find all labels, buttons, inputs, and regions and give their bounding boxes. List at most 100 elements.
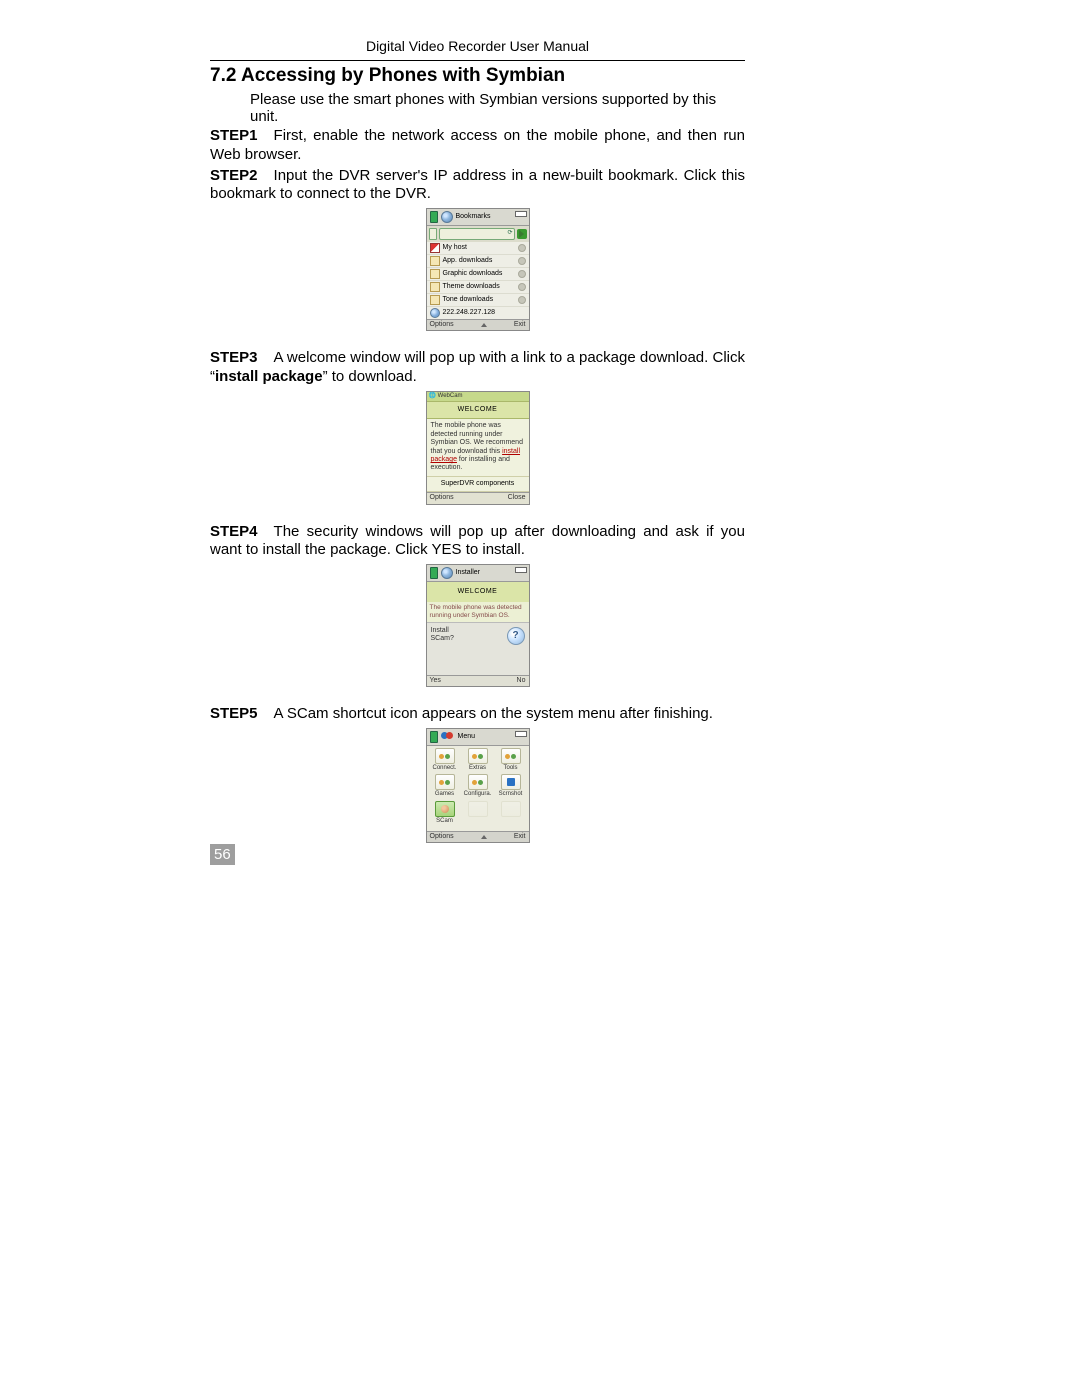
app-configura-label: Configura. <box>463 791 493 798</box>
fig1-bookmark-list: My host App. downloads Graphic downloads Th… <box>427 242 529 319</box>
fig3-install-prompt: Install SCam? ? <box>427 622 529 675</box>
fig3-prompt-line2: SCam? <box>431 635 454 643</box>
arrow-up-icon[interactable] <box>481 323 487 327</box>
fig1-softkeys: Options Exit <box>427 319 529 330</box>
step-1: STEP1First, enable the network access on… <box>210 127 745 165</box>
app-configura[interactable]: Configura. <box>463 774 493 798</box>
fig1-titlebar: Bookmarks <box>427 209 529 226</box>
fig3-message: The mobile phone was detected running un… <box>427 602 529 622</box>
fig3-prompt-line1: Install <box>431 627 454 635</box>
folder-icon <box>430 269 440 279</box>
bookmark-item[interactable]: Theme downloads <box>427 281 529 294</box>
battery-icon <box>515 567 527 573</box>
fig3-softkey-no[interactable]: No <box>517 677 526 685</box>
step-3: STEP3A welcome window will pop up with a… <box>210 349 745 387</box>
toolbar-url-box[interactable]: ⟳ <box>439 228 515 240</box>
bookmark-label: Tone downloads <box>443 296 494 304</box>
fig1-title: Bookmarks <box>456 213 491 221</box>
bookmark-item[interactable]: My host <box>427 242 529 255</box>
signal-icon <box>430 211 438 223</box>
app-empty-1 <box>463 801 493 825</box>
fig1-softkey-exit[interactable]: Exit <box>514 321 526 329</box>
step-4-text: The security windows will pop up after d… <box>210 523 745 559</box>
app-tools[interactable]: Tools <box>496 748 526 772</box>
fig4-app-grid: Connect. Extras Tools Games Configura. S… <box>427 746 529 831</box>
figure-1-phone: Bookmarks ⟳ My host App. downloads Graphic… <box>426 208 530 331</box>
battery-icon <box>515 731 527 737</box>
fig3-prompt-text: Install SCam? <box>431 627 454 671</box>
step-1-label: STEP1 <box>210 127 258 144</box>
fig4-row-1: Connect. Extras Tools <box>430 748 526 772</box>
fig2-banner: WELCOME <box>427 401 529 419</box>
fig2-topbar: 🌐 WebCam <box>427 392 529 401</box>
bookmark-item[interactable]: App. downloads <box>427 255 529 268</box>
fig4-row-3: SCam <box>430 801 526 825</box>
bookmark-label: Graphic downloads <box>443 270 503 278</box>
fig3-title: Installer <box>456 569 481 577</box>
app-connect-label: Connect. <box>430 765 460 772</box>
step-3-bold: install package <box>215 368 323 385</box>
step-4-label: STEP4 <box>210 523 258 540</box>
fig2-components[interactable]: SuperDVR components <box>427 476 529 492</box>
radio-indicator <box>518 244 526 252</box>
figure-1-holder: Bookmarks ⟳ My host App. downloads Graphic… <box>210 208 745 331</box>
fig2-softkey-options[interactable]: Options <box>430 494 454 502</box>
fig3-titlebar: Installer <box>427 565 529 582</box>
step-3-post: ” to download. <box>323 368 417 385</box>
globe-icon <box>441 567 453 579</box>
fig4-softkey-exit[interactable]: Exit <box>514 833 526 841</box>
bookmark-label: My host <box>443 244 468 252</box>
radio-indicator <box>518 296 526 304</box>
section-title: 7.2 Accessing by Phones with Symbian <box>210 65 745 87</box>
app-tools-label: Tools <box>496 765 526 772</box>
folder-icon <box>430 295 440 305</box>
fig2-softkey-close[interactable]: Close <box>508 494 526 502</box>
step-3-label: STEP3 <box>210 349 258 366</box>
app-scam[interactable]: SCam <box>430 801 460 825</box>
fig3-banner: WELCOME <box>427 582 529 602</box>
fig4-titlebar: Menu <box>427 729 529 746</box>
bookmark-item[interactable]: 222.248.227.128 <box>427 307 529 319</box>
arrow-up-icon[interactable] <box>481 835 487 839</box>
toolbar-button-left[interactable] <box>429 228 437 240</box>
bookmark-label: Theme downloads <box>443 283 500 291</box>
toolbar-go-button[interactable] <box>517 229 527 239</box>
app-scrnshot[interactable]: Scrnshot <box>496 774 526 798</box>
globe-icon <box>441 211 453 223</box>
step-5-text: A SCam shortcut icon appears on the syst… <box>274 705 713 722</box>
header-divider <box>210 60 745 61</box>
app-scrnshot-label: Scrnshot <box>496 791 526 798</box>
step-2-label: STEP2 <box>210 167 258 184</box>
intro-text: Please use the smart phones with Symbian… <box>250 91 745 125</box>
figure-4-holder: Menu Connect. Extras Tools Games Configu… <box>210 728 745 843</box>
bookmark-label: App. downloads <box>443 257 493 265</box>
figure-2-phone: 🌐 WebCam WELCOME The mobile phone was de… <box>426 391 530 505</box>
fig3-softkey-yes[interactable]: Yes <box>430 677 441 685</box>
folder-icon <box>430 256 440 266</box>
radio-indicator <box>518 270 526 278</box>
app-games[interactable]: Games <box>430 774 460 798</box>
fig4-row-2: Games Configura. Scrnshot <box>430 774 526 798</box>
step-1-text: First, enable the network access on the … <box>210 127 745 163</box>
menu-icon <box>441 732 455 742</box>
figure-3-phone: Installer WELCOME The mobile phone was d… <box>426 564 530 687</box>
app-scam-label: SCam <box>430 818 460 825</box>
radio-indicator <box>518 257 526 265</box>
app-extras[interactable]: Extras <box>463 748 493 772</box>
app-extras-label: Extras <box>463 765 493 772</box>
signal-icon <box>430 731 438 743</box>
radio-indicator <box>518 283 526 291</box>
bookmark-item[interactable]: Graphic downloads <box>427 268 529 281</box>
bookmark-item[interactable]: Tone downloads <box>427 294 529 307</box>
step-5-label: STEP5 <box>210 705 258 722</box>
folder-icon <box>430 282 440 292</box>
app-connect[interactable]: Connect. <box>430 748 460 772</box>
figure-2-holder: 🌐 WebCam WELCOME The mobile phone was de… <box>210 391 745 505</box>
play-icon <box>519 230 524 238</box>
fig1-softkey-options[interactable]: Options <box>430 321 454 329</box>
step-2-text: Input the DVR server's IP address in a n… <box>210 167 745 203</box>
app-games-label: Games <box>430 791 460 798</box>
signal-icon <box>430 567 438 579</box>
fig3-softkeys: Yes No <box>427 675 529 686</box>
fig4-softkey-options[interactable]: Options <box>430 833 454 841</box>
